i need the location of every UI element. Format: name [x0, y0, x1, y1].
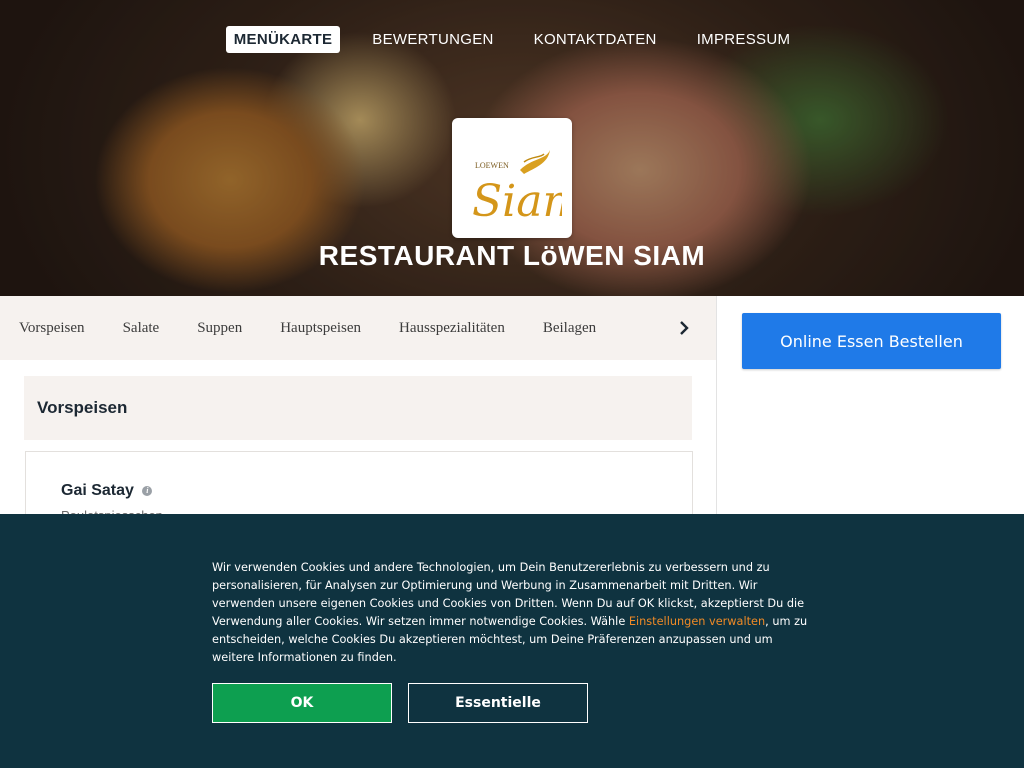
cookie-essential-button[interactable]: Essentielle	[408, 683, 588, 723]
manage-settings-link[interactable]: Einstellungen verwalten	[629, 615, 765, 628]
cookie-ok-button[interactable]: OK	[212, 683, 392, 723]
category-hausspezialitaeten[interactable]: Hausspezialitäten	[399, 320, 505, 337]
cookie-banner: Wir verwenden Cookies und andere Technol…	[0, 514, 1024, 768]
logo-small-text: LOEWEN	[475, 161, 509, 170]
category-vorspeisen[interactable]: Vorspeisen	[19, 320, 85, 337]
category-bar: Vorspeisen Salate Suppen Hauptspeisen Ha…	[0, 296, 716, 361]
restaurant-logo[interactable]: LOEWEN Siam	[452, 118, 572, 238]
nav-kontaktdaten[interactable]: KONTAKTDATEN	[526, 26, 665, 53]
nav-menuekarte[interactable]: MENÜKARTE	[225, 26, 341, 53]
logo-script-text: Siam	[472, 176, 562, 227]
chevron-right-icon[interactable]	[674, 318, 694, 338]
category-suppen[interactable]: Suppen	[197, 320, 242, 337]
category-hauptspeisen[interactable]: Hauptspeisen	[280, 320, 361, 337]
info-icon[interactable]: i	[142, 485, 153, 496]
restaurant-title: RESTAURANT LöWEN SIAM	[318, 240, 706, 271]
section-title: Vorspeisen	[37, 398, 128, 417]
section-header: Vorspeisen	[24, 376, 692, 440]
nav-impressum[interactable]: IMPRESSUM	[689, 26, 799, 53]
cookie-text: Wir verwenden Cookies und andere Technol…	[212, 559, 817, 667]
menu-item-name: Gai Satay	[61, 482, 134, 499]
category-beilagen[interactable]: Beilagen	[543, 320, 596, 337]
order-online-button[interactable]: Online Essen Bestellen	[742, 313, 1001, 369]
nav-bewertungen[interactable]: BEWERTUNGEN	[364, 26, 501, 53]
siam-logo-icon: LOEWEN Siam	[472, 150, 562, 227]
top-navigation: MENÜKARTE BEWERTUNGEN KONTAKTDATEN IMPRE…	[0, 26, 1024, 53]
hero-banner: MENÜKARTE BEWERTUNGEN KONTAKTDATEN IMPRE…	[0, 0, 1024, 296]
category-salate[interactable]: Salate	[123, 320, 160, 337]
